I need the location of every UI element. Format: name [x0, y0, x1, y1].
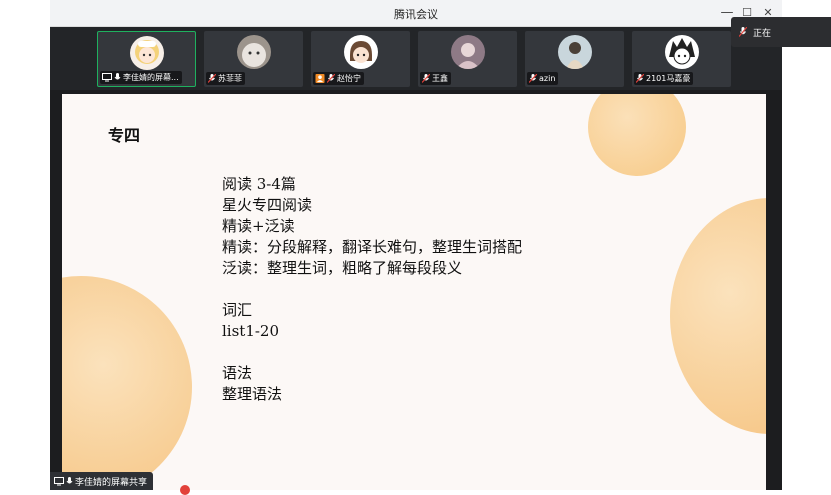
desktop-background	[782, 0, 831, 490]
avatar	[236, 35, 271, 69]
slide-line	[222, 279, 522, 300]
participant-tile[interactable]: 王鑫	[418, 31, 517, 87]
participant-tile[interactable]: 苏菲菲	[204, 31, 303, 87]
microphone-muted-icon	[636, 74, 644, 83]
microphone-muted-icon	[208, 74, 216, 83]
notification-text: 正在	[753, 28, 772, 39]
microphone-muted-icon	[739, 27, 747, 37]
participant-name-bar: 李佳婧的屏幕...	[100, 71, 182, 84]
slide-line: 阅读 3-4篇	[222, 175, 296, 193]
slide-line: 精读：分段解释，翻译长难句，整理生词搭配	[222, 238, 523, 256]
slide-line: 泛读：整理生词，粗略了解每段段义	[222, 259, 463, 277]
shared-screen: 专四 阅读 3-4篇 星火专四阅读 精读+泛读 精读：分段解释，翻译长难句，整理…	[62, 94, 766, 490]
slide-line: 语法	[222, 364, 253, 382]
participant-name-bar: 苏菲菲	[206, 72, 245, 85]
participant-name: 2101马嘉豪	[646, 74, 691, 83]
microphone-muted-icon	[327, 74, 335, 83]
decorative-circle	[588, 94, 686, 176]
participant-name-bar: 王鑫	[420, 72, 451, 85]
participant-name: 苏菲菲	[218, 74, 242, 83]
avatar	[343, 35, 378, 69]
slide-line: 整理语法	[222, 385, 283, 403]
participant-name-bar: 赵怡宁	[313, 72, 364, 85]
window-title: 腾讯会议	[394, 8, 438, 21]
participant-tile[interactable]: 赵怡宁	[311, 31, 410, 87]
screen-share-icon	[54, 476, 64, 485]
participant-name-bar: azin	[527, 72, 559, 85]
participant-tile[interactable]: azin	[525, 31, 624, 87]
decorative-circle	[670, 198, 766, 434]
slide-line: 词汇	[222, 301, 253, 319]
speaking-notification: 正在	[731, 17, 831, 47]
avatar	[450, 35, 485, 69]
avatar	[664, 35, 699, 69]
participant-name-bar: 2101马嘉豪	[634, 72, 694, 85]
microphone-icon	[66, 476, 73, 483]
avatar	[129, 36, 164, 70]
microphone-muted-icon	[529, 74, 537, 83]
slide-heading: 专四	[108, 126, 141, 145]
meeting-window: 腾讯会议 — ☐ ✕ 李佳婧的屏幕... 苏菲菲 赵怡宁 王鑫 azin 210…	[50, 0, 782, 490]
share-label: 李佳婧的屏幕共享	[75, 477, 148, 488]
slide-line	[222, 342, 522, 363]
screen-share-icon	[102, 73, 112, 82]
participant-name: 李佳婧的屏幕...	[123, 73, 179, 82]
participant-name: 赵怡宁	[337, 74, 361, 83]
slide-line: 精读+泛读	[222, 217, 295, 235]
slide-line: list1-20	[222, 322, 280, 340]
recording-dot-icon	[180, 485, 190, 495]
decorative-circle	[62, 276, 192, 490]
microphone-icon	[114, 73, 121, 80]
participant-name: 王鑫	[432, 74, 448, 83]
title-bar: 腾讯会议 — ☐ ✕	[50, 0, 782, 27]
slide-content: 阅读 3-4篇 星火专四阅读 精读+泛读 精读：分段解释，翻译长难句，整理生词搭…	[222, 174, 522, 405]
screen-share-indicator[interactable]: 李佳婧的屏幕共享	[50, 472, 154, 490]
slide-line: 星火专四阅读	[222, 196, 313, 214]
participant-tile[interactable]: 李佳婧的屏幕...	[97, 31, 196, 87]
host-badge-icon	[315, 74, 325, 83]
microphone-muted-icon	[422, 74, 430, 83]
participant-strip: 李佳婧的屏幕... 苏菲菲 赵怡宁 王鑫 azin 2101马嘉豪	[50, 27, 782, 90]
participant-tile[interactable]: 2101马嘉豪	[632, 31, 731, 87]
avatar	[557, 35, 592, 69]
participant-name: azin	[539, 74, 556, 83]
